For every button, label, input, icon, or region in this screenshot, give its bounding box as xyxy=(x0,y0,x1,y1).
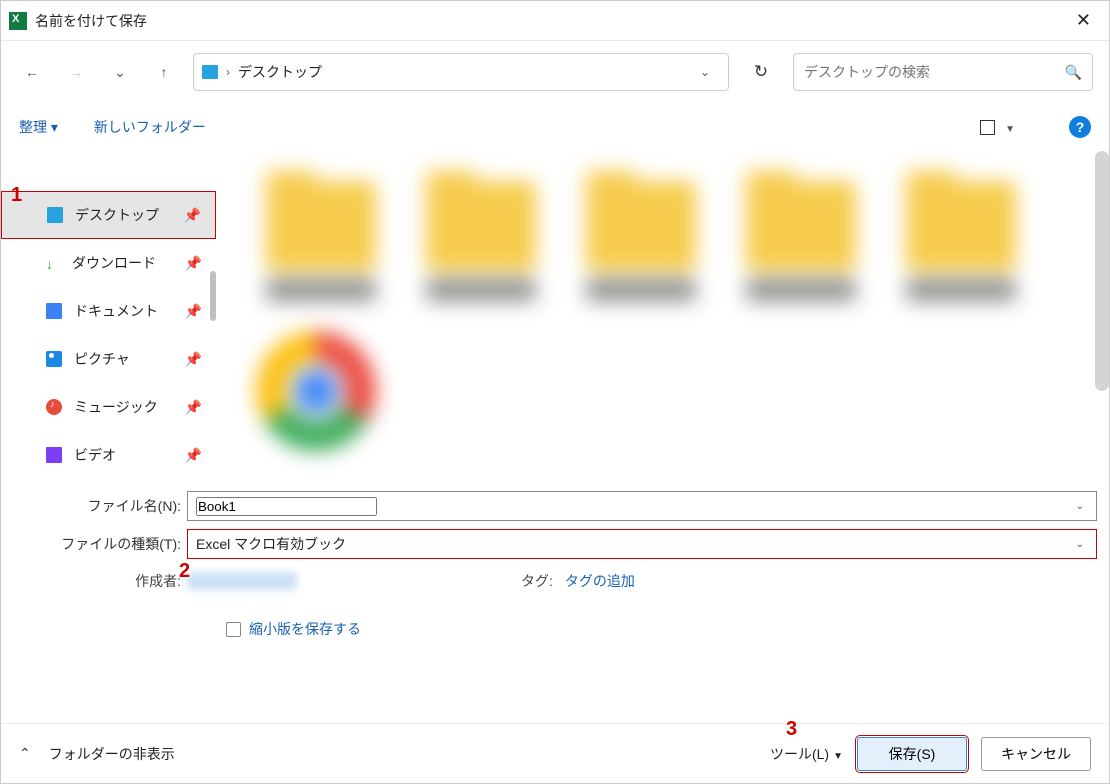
music-icon xyxy=(46,399,62,415)
author-value-blurred xyxy=(187,572,297,590)
filename-input[interactable]: ⌄ xyxy=(187,491,1097,521)
back-button[interactable]: ← xyxy=(17,57,47,87)
chevron-down-icon[interactable]: ⌄ xyxy=(1076,501,1088,512)
hide-folders-link[interactable]: フォルダーの非表示 xyxy=(49,744,175,764)
close-icon[interactable]: ✕ xyxy=(1066,4,1101,37)
sidebar-item-label: ドキュメント xyxy=(74,301,158,321)
new-folder-button[interactable]: 新しいフォルダー xyxy=(94,117,206,137)
tools-menu[interactable]: ツール(L)▼ xyxy=(770,744,843,764)
chevron-down-icon: ▼ xyxy=(833,751,843,762)
filetype-label: ファイルの種類(T): xyxy=(13,534,183,554)
chevron-down-icon[interactable]: ⌄ xyxy=(1076,539,1088,550)
desktop-icon xyxy=(47,207,63,223)
sidebar-item-downloads[interactable]: ↓ ダウンロード 📌 xyxy=(1,239,216,287)
excel-icon xyxy=(9,12,27,30)
annotation-3: 3 xyxy=(786,718,797,741)
picture-icon xyxy=(46,351,62,367)
refresh-button[interactable]: ↻ xyxy=(743,54,779,90)
forward-button[interactable]: → xyxy=(61,57,91,87)
save-thumbnail-checkbox[interactable] xyxy=(226,622,241,637)
sidebar-item-label: ビデオ xyxy=(74,445,116,465)
filename-text[interactable] xyxy=(196,497,377,516)
sidebar: デスクトップ 📌 ↓ ダウンロード 📌 ドキュメント 📌 ピクチャ 📌 ミュージ… xyxy=(1,151,216,481)
recent-dropdown[interactable]: ⌄ xyxy=(105,57,135,87)
content-scrollbar[interactable] xyxy=(1095,151,1109,391)
pin-icon[interactable]: 📌 xyxy=(184,207,201,224)
add-tag-link[interactable]: タグの追加 xyxy=(565,571,635,591)
pin-icon[interactable]: 📌 xyxy=(185,399,202,416)
meta-row: 作成者: タグ: タグの追加 xyxy=(1,563,1109,599)
annotation-1: 1 xyxy=(11,184,22,207)
toolbar: 整理 ▾ 新しいフォルダー ▼ ? xyxy=(1,103,1109,151)
video-icon xyxy=(46,447,62,463)
help-icon[interactable]: ? xyxy=(1069,116,1091,138)
sidebar-item-label: ダウンロード xyxy=(72,253,156,273)
nav-row: ← → ⌄ ↑ › デスクトップ ⌄ ↻ 🔍 xyxy=(1,49,1109,95)
tag-label: タグ: xyxy=(521,571,553,591)
filename-row: ファイル名(N): ⌄ xyxy=(1,487,1109,525)
location-icon xyxy=(202,65,218,79)
sidebar-item-label: ミュージック xyxy=(74,397,158,417)
footer: ⌃ フォルダーの非表示 ツール(L)▼ 保存(S) キャンセル xyxy=(1,723,1109,783)
title-bar: 名前を付けて保存 ✕ xyxy=(1,1,1109,41)
sidebar-item-desktop[interactable]: デスクトップ 📌 xyxy=(1,191,216,239)
sidebar-item-documents[interactable]: ドキュメント 📌 xyxy=(1,287,216,335)
thumbnail-row: 縮小版を保存する xyxy=(1,619,1109,639)
sidebar-item-label: デスクトップ xyxy=(75,205,159,225)
address-bar[interactable]: › デスクトップ ⌄ xyxy=(193,53,729,91)
pin-icon[interactable]: 📌 xyxy=(185,255,202,272)
sidebar-item-music[interactable]: ミュージック 📌 xyxy=(1,383,216,431)
search-box[interactable]: 🔍 xyxy=(793,53,1093,91)
annotation-2: 2 xyxy=(179,560,190,583)
pin-icon[interactable]: 📌 xyxy=(185,447,202,464)
author-label: 作成者: xyxy=(13,571,183,591)
search-icon[interactable]: 🔍 xyxy=(1065,64,1082,81)
document-icon xyxy=(46,303,62,319)
pin-icon[interactable]: 📌 xyxy=(185,351,202,368)
window-title: 名前を付けて保存 xyxy=(35,11,1066,31)
sidebar-item-pictures[interactable]: ピクチャ 📌 xyxy=(1,335,216,383)
up-button[interactable]: ↑ xyxy=(149,57,179,87)
address-dropdown-icon[interactable]: ⌄ xyxy=(690,65,720,79)
search-input[interactable] xyxy=(804,64,1065,80)
filetype-select[interactable]: Excel マクロ有効ブック ⌄ xyxy=(187,529,1097,559)
organize-menu[interactable]: 整理 ▾ xyxy=(19,117,58,137)
filetype-value: Excel マクロ有効ブック xyxy=(196,534,346,554)
cancel-button[interactable]: キャンセル xyxy=(981,737,1091,771)
breadcrumb-desktop[interactable]: デスクトップ xyxy=(238,62,322,82)
download-icon: ↓ xyxy=(46,256,60,270)
file-listing[interactable] xyxy=(216,151,1109,481)
save-thumbnail-label: 縮小版を保存する xyxy=(249,619,361,639)
chevron-down-icon: ▼ xyxy=(1005,124,1015,135)
save-button[interactable]: 保存(S) xyxy=(857,737,967,771)
chevron-up-icon[interactable]: ⌃ xyxy=(19,745,31,762)
view-options[interactable]: ▼ xyxy=(980,119,1015,136)
sidebar-item-label: ピクチャ xyxy=(74,349,130,369)
pin-icon[interactable]: 📌 xyxy=(185,303,202,320)
filename-label: ファイル名(N): xyxy=(13,496,183,516)
filetype-row: ファイルの種類(T): Excel マクロ有効ブック ⌄ xyxy=(1,525,1109,563)
view-icon xyxy=(980,120,995,135)
main-area: デスクトップ 📌 ↓ ダウンロード 📌 ドキュメント 📌 ピクチャ 📌 ミュージ… xyxy=(1,151,1109,481)
breadcrumb-sep: › xyxy=(226,65,230,79)
sidebar-item-videos[interactable]: ビデオ 📌 xyxy=(1,431,216,479)
